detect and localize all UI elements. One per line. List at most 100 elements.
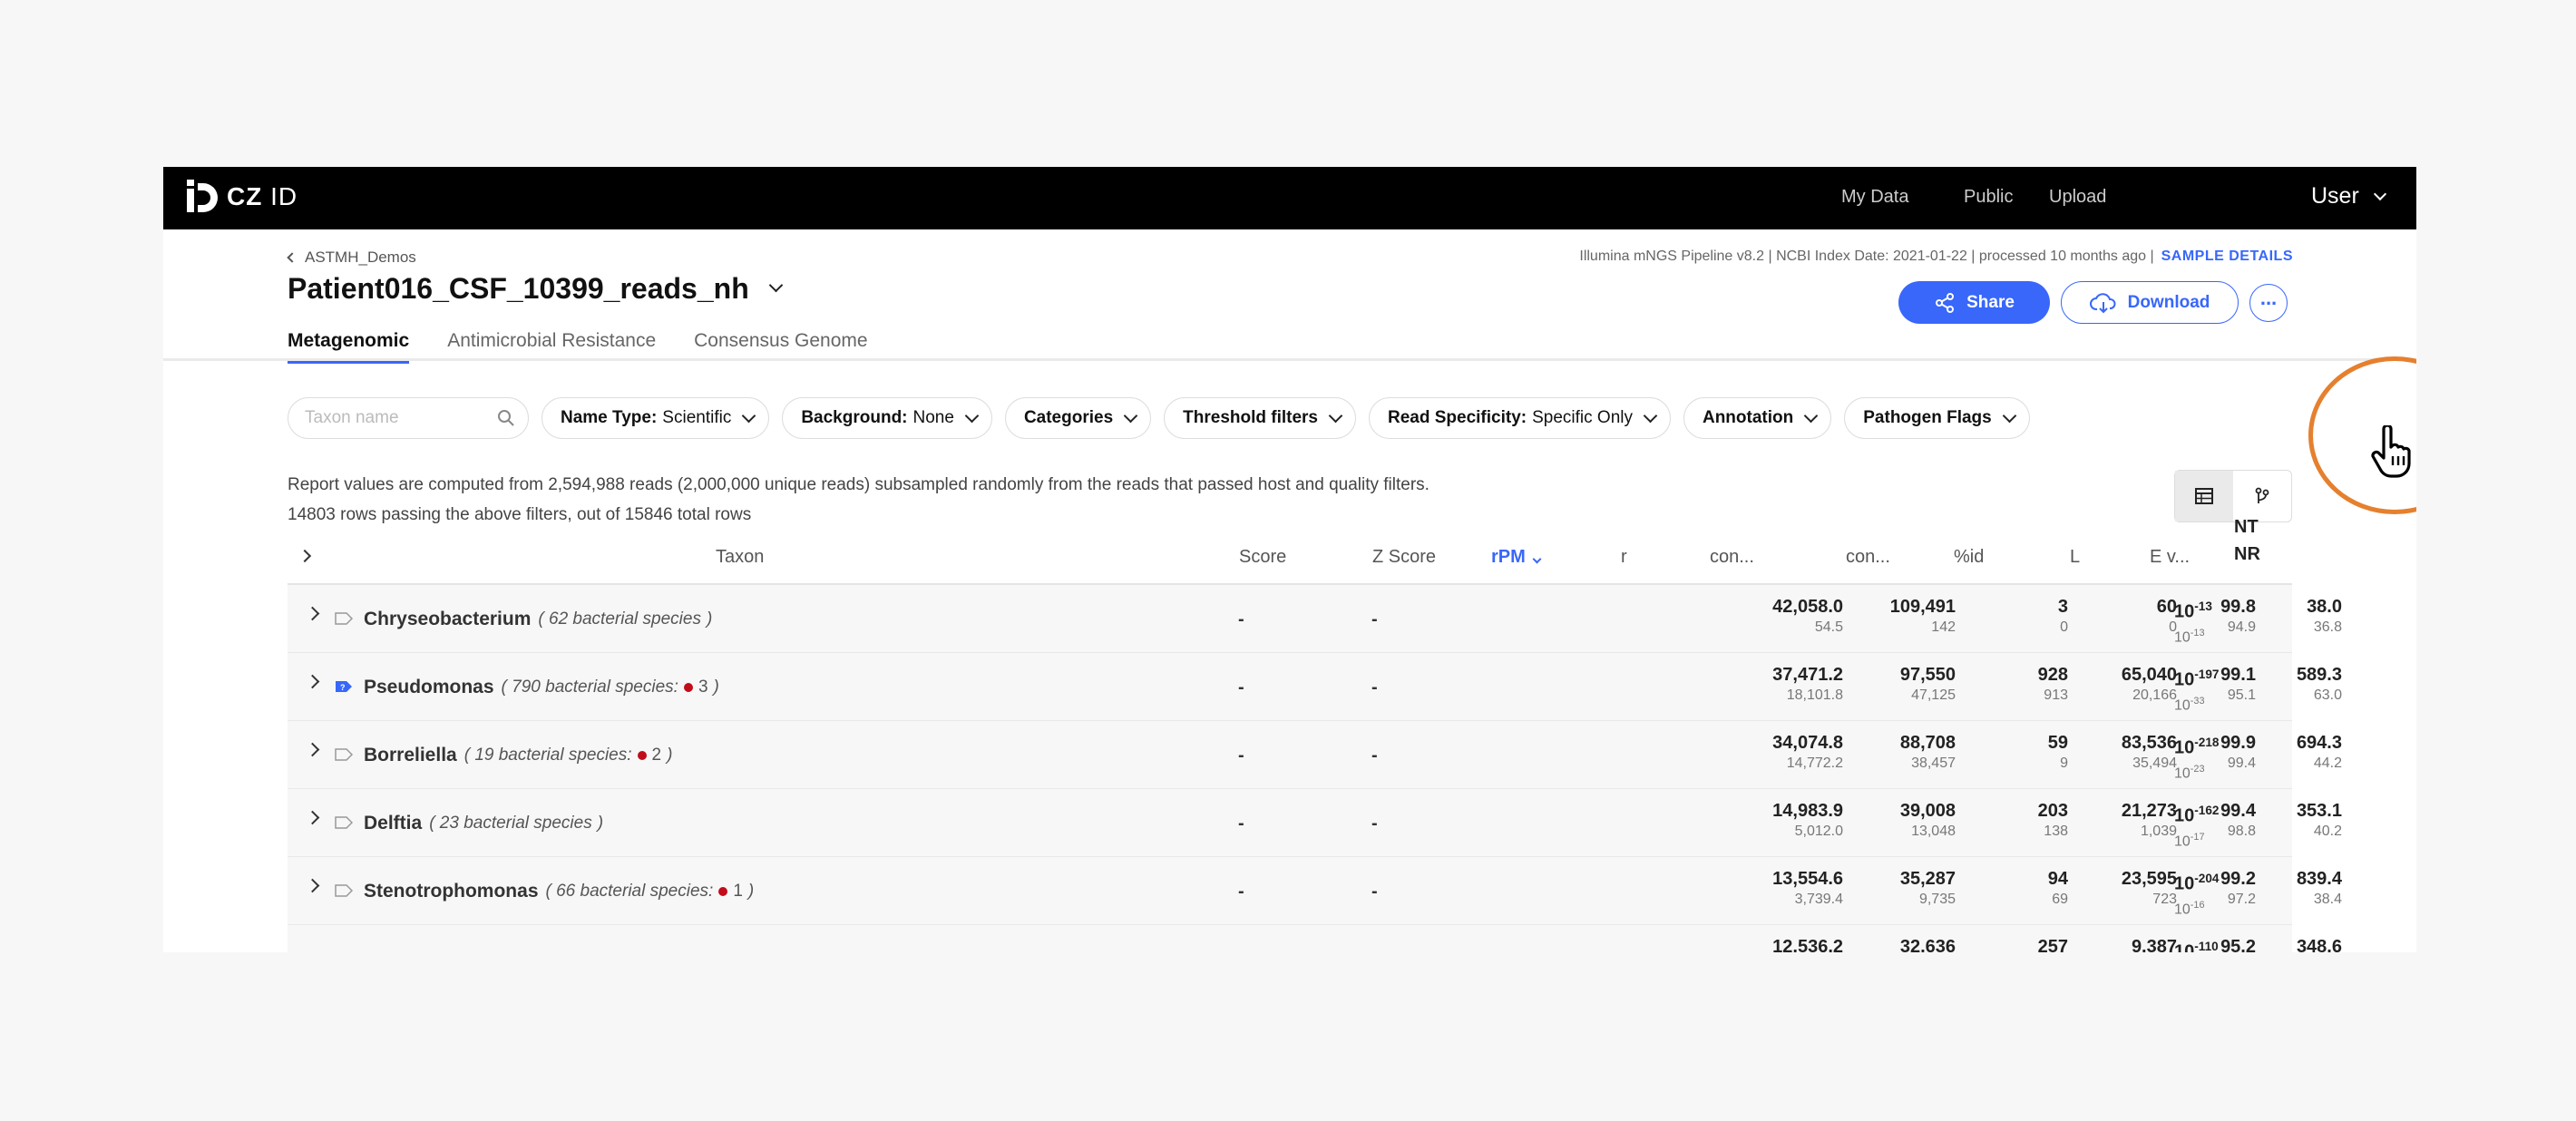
pathogen-flag-icon	[718, 887, 728, 896]
nav-upload[interactable]: Upload	[2049, 187, 2106, 208]
categories-filter[interactable]: Categories	[1004, 397, 1152, 439]
taxon-cell[interactable]: Chryseobacterium ( 62 bacterial species …	[364, 609, 712, 630]
tree-icon	[2255, 487, 2269, 503]
sort-desc-icon	[1532, 554, 1542, 564]
taxon-name[interactable]: Borreliella	[364, 745, 457, 766]
con-cell: 94 69	[2048, 857, 2068, 910]
taxon-cell[interactable]: Stenotrophomonas ( 66 bacterial species:…	[364, 881, 754, 902]
czid-logo[interactable]: CZ ID	[187, 180, 298, 214]
column-l[interactable]: L	[2070, 547, 2080, 568]
r-cell: 35,287 9,735	[1900, 857, 1956, 910]
taxon-cell[interactable]: Pseudomonas ( 790 bacterial species: 3 )	[364, 677, 719, 698]
table-row[interactable]: Stenotrophomonas ( 66 bacterial species:…	[288, 857, 2342, 925]
pid-nt-value: 99.1	[2220, 665, 2256, 685]
pathogen-flag-count: 1	[733, 882, 743, 901]
table-row[interactable]: Chryseobacterium ( 62 bacterial species …	[288, 585, 2342, 653]
conr-nr-value: 1,039	[2140, 824, 2177, 839]
taxon-search[interactable]	[288, 397, 529, 439]
column-contig[interactable]: con...	[1710, 547, 1754, 568]
db-toggle[interactable]: NT NR	[2234, 513, 2260, 568]
chevron-down-icon	[2373, 187, 2386, 200]
rpm-cell: 13,554.6 3,739.4	[1772, 857, 1843, 910]
column-score[interactable]: Score	[1239, 547, 1286, 568]
column-percent-id[interactable]: %id	[1954, 547, 1984, 568]
r-nt-value: 32,636	[1899, 937, 1956, 952]
more-options-button[interactable]: ...	[2249, 284, 2288, 322]
app-window: CZ ID My Data Public Upload User ASTMH_D…	[163, 167, 2416, 952]
annotation-tag-icon[interactable]: ?	[335, 680, 353, 693]
score-value: -	[1238, 882, 1244, 902]
pid-cell: 99.8 94.9	[2220, 585, 2256, 638]
rpm-nr-value: 5,012.0	[1794, 824, 1843, 839]
nav-my-data[interactable]: My Data	[1841, 187, 1908, 208]
table-row[interactable]: Borreliella ( 19 bacterial species: 2 ) …	[288, 721, 2342, 789]
column-contig-r[interactable]: con...	[1846, 547, 1890, 568]
evalue-nt-value: 10-110	[2174, 940, 2219, 952]
chevron-down-icon	[768, 278, 784, 293]
rpm-nr-value: 3,739.4	[1794, 892, 1843, 907]
name-type-filter[interactable]: Name Type: Scientific	[542, 397, 770, 439]
taxon-name[interactable]: Stenotrophomonas	[364, 881, 539, 902]
share-button[interactable]: Share	[1898, 281, 2050, 324]
pointer-cursor-icon	[2371, 425, 2411, 478]
annotation-tag-icon[interactable]	[335, 816, 353, 829]
l-nr-value: 44.2	[2313, 755, 2342, 771]
column-rpm[interactable]: rPM	[1491, 547, 1542, 568]
column-zscore[interactable]: Z Score	[1372, 547, 1436, 568]
taxon-name[interactable]: Pseudomonas	[364, 677, 494, 698]
annotation-tag-icon[interactable]	[335, 884, 353, 897]
download-button[interactable]: Download	[2061, 281, 2239, 324]
table-view-button[interactable]	[2175, 471, 2233, 522]
report-note-reads: Report values are computed from 2,594,98…	[288, 475, 1429, 494]
annotation-tag-icon[interactable]	[335, 748, 353, 761]
l-nt-value: 38.0	[2307, 597, 2342, 617]
l-nt-value: 589.3	[2296, 665, 2342, 685]
background-filter[interactable]: Background: None	[782, 397, 992, 439]
rpm-nr-value: 54.5	[1814, 619, 1843, 635]
more-icon: ...	[2259, 287, 2278, 309]
table-row[interactable]: ? Pseudomonas ( 790 bacterial species: 3…	[288, 653, 2342, 721]
expand-row-icon[interactable]	[305, 878, 320, 893]
column-r[interactable]: r	[1621, 547, 1627, 568]
pid-nt-value: 99.9	[2220, 733, 2256, 753]
share-icon	[1936, 292, 1955, 313]
table-row[interactable]: Delftia ( 23 bacterial species ) - - 14,9…	[288, 789, 2342, 857]
taxon-search-input[interactable]	[305, 408, 486, 428]
expand-row-icon[interactable]	[305, 742, 320, 757]
annotation-filter[interactable]: Annotation	[1683, 397, 1832, 439]
sample-details-link[interactable]: SAMPLE DETAILS	[2161, 249, 2293, 265]
pathogen-flags-filter[interactable]: Pathogen Flags	[1844, 397, 2030, 439]
expand-row-icon[interactable]	[305, 606, 320, 621]
con-cell: 3 0	[2058, 585, 2068, 638]
threshold-filter[interactable]: Threshold filters	[1164, 397, 1356, 439]
conr-nt-value: 23,595	[2121, 869, 2177, 889]
breadcrumb[interactable]: ASTMH_Demos	[287, 249, 416, 267]
expand-row-icon[interactable]	[305, 810, 320, 825]
taxon-name[interactable]: Chryseobacterium	[364, 609, 531, 630]
column-taxon[interactable]: Taxon	[716, 547, 764, 568]
taxon-cell[interactable]: Borreliella ( 19 bacterial species: 2 )	[364, 745, 672, 766]
species-count: ( 66 bacterial species: 1 )	[546, 882, 755, 902]
table-row[interactable]: 12,536.2 32,636 257 9,387 95.2 348.6 10-…	[288, 925, 2342, 952]
species-count-text: ( 19 bacterial species:	[463, 746, 632, 765]
read-specificity-filter[interactable]: Read Specificity: Specific Only	[1369, 397, 1671, 439]
con-nr-value: 9	[2060, 755, 2068, 771]
user-menu[interactable]: User	[2311, 183, 2386, 210]
sample-title[interactable]: Patient016_CSF_10399_reads_nh	[288, 272, 784, 306]
l-nr-value: 63.0	[2313, 687, 2342, 703]
evalue-nr-value: 10-13	[2174, 627, 2205, 645]
nav-public[interactable]: Public	[1964, 187, 2013, 208]
expand-all-icon[interactable]	[298, 549, 312, 563]
rpm-cell: 37,471.2 18,101.8	[1772, 653, 1843, 706]
zscore-value: -	[1371, 609, 1378, 629]
chevron-down-icon	[1643, 408, 1658, 423]
taxon-name[interactable]: Delftia	[364, 813, 422, 834]
r-nt-value: 88,708	[1899, 733, 1956, 753]
pid-nt-value: 95.2	[2220, 937, 2256, 952]
taxon-cell[interactable]: Delftia ( 23 bacterial species )	[364, 813, 603, 834]
species-count-close: )	[597, 814, 604, 833]
annotation-tag-icon[interactable]	[335, 612, 353, 625]
score-value: -	[1238, 609, 1244, 629]
column-evalue[interactable]: E v...	[2150, 547, 2190, 568]
expand-row-icon[interactable]	[305, 674, 320, 689]
